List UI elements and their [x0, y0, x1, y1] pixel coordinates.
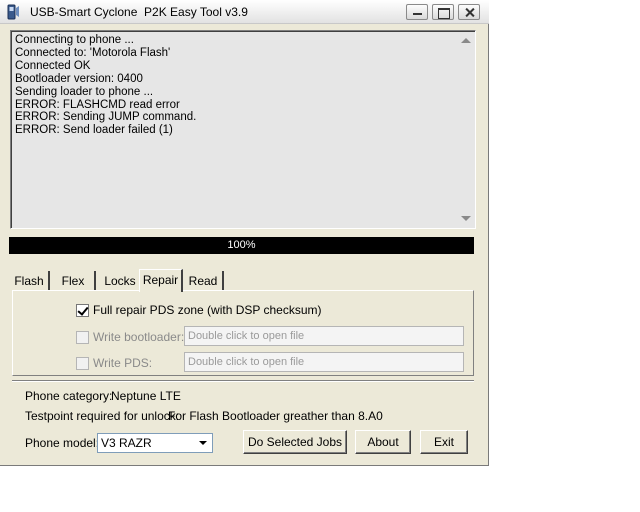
- app-window: USB-Smart Cyclone P2K Easy Tool v3.9 Con…: [0, 0, 489, 466]
- tab-read[interactable]: Read: [184, 271, 224, 291]
- log-output[interactable]: Connecting to phone ... Connected to: 'M…: [10, 30, 476, 229]
- about-button[interactable]: About: [355, 430, 411, 454]
- tab-label: Locks: [104, 274, 136, 288]
- tab-flex[interactable]: Flex: [52, 271, 96, 291]
- window-title: USB-Smart Cyclone P2K Easy Tool v3.9: [30, 5, 248, 19]
- log-line: ERROR: Sending JUMP command.: [15, 111, 197, 124]
- write-pds-checkbox[interactable]: [76, 357, 89, 370]
- log-line: Connected OK: [15, 59, 91, 72]
- full-repair-checkbox[interactable]: [76, 304, 89, 317]
- tab-label: Flex: [61, 274, 85, 288]
- progress-text: 100%: [227, 239, 256, 251]
- phone-tool-icon: [5, 3, 21, 21]
- tab-flash[interactable]: Flash: [10, 271, 50, 291]
- log-line: Bootloader version: 0400: [15, 72, 143, 85]
- maximize-icon[interactable]: [432, 4, 454, 20]
- separator: [12, 380, 474, 382]
- log-line: ERROR: Send loader failed (1): [15, 124, 173, 137]
- tab-label: Repair: [142, 273, 179, 287]
- close-icon[interactable]: [458, 4, 480, 20]
- tab-locks[interactable]: Locks: [98, 271, 144, 291]
- scroll-down-arrow-icon[interactable]: [461, 216, 471, 221]
- scroll-up-arrow-icon[interactable]: [461, 38, 471, 43]
- phone-category-value: Neptune LTE: [111, 389, 181, 403]
- testpoint-label: Testpoint required for unlock:: [25, 409, 180, 423]
- exit-button[interactable]: Exit: [420, 430, 468, 454]
- write-bootloader-checkbox[interactable]: [76, 331, 89, 344]
- log-line: Sending loader to phone ...: [15, 85, 154, 98]
- log-line: Connecting to phone ...: [15, 34, 134, 46]
- phone-model-select[interactable]: V3 RAZR: [97, 433, 213, 453]
- tab-label: Flash: [14, 274, 44, 288]
- bootloader-file-field[interactable]: Double click to open file: [184, 326, 464, 346]
- log-line: Connected to: 'Motorola Flash': [15, 46, 171, 59]
- title-bar[interactable]: USB-Smart Cyclone P2K Easy Tool v3.9: [0, 0, 489, 24]
- minimize-icon[interactable]: [406, 4, 428, 20]
- chevron-down-icon[interactable]: [195, 435, 211, 451]
- log-lines: Connecting to phone ... Connected to: 'M…: [15, 34, 455, 137]
- full-repair-label: Full repair PDS zone (with DSP checksum): [93, 303, 322, 317]
- testpoint-value: For Flash Bootloader greather than 8.A0: [168, 409, 383, 423]
- log-line: ERROR: FLASHCMD read error: [15, 98, 180, 111]
- write-bootloader-label: Write bootloader:: [93, 330, 185, 344]
- tab-label: Read: [188, 274, 218, 288]
- phone-model-label: Phone model:: [25, 436, 100, 450]
- write-pds-label: Write PDS:: [93, 356, 153, 370]
- phone-model-value: V3 RAZR: [101, 436, 152, 450]
- tab-repair[interactable]: Repair: [139, 269, 183, 292]
- phone-category-label: Phone category:: [25, 389, 113, 403]
- repair-panel: Full repair PDS zone (with DSP checksum)…: [12, 290, 474, 376]
- log-scrollbar[interactable]: [458, 31, 475, 228]
- pds-file-field[interactable]: Double click to open file: [184, 352, 464, 372]
- progress-bar: 100%: [9, 237, 474, 254]
- do-selected-jobs-button[interactable]: Do Selected Jobs: [243, 430, 347, 454]
